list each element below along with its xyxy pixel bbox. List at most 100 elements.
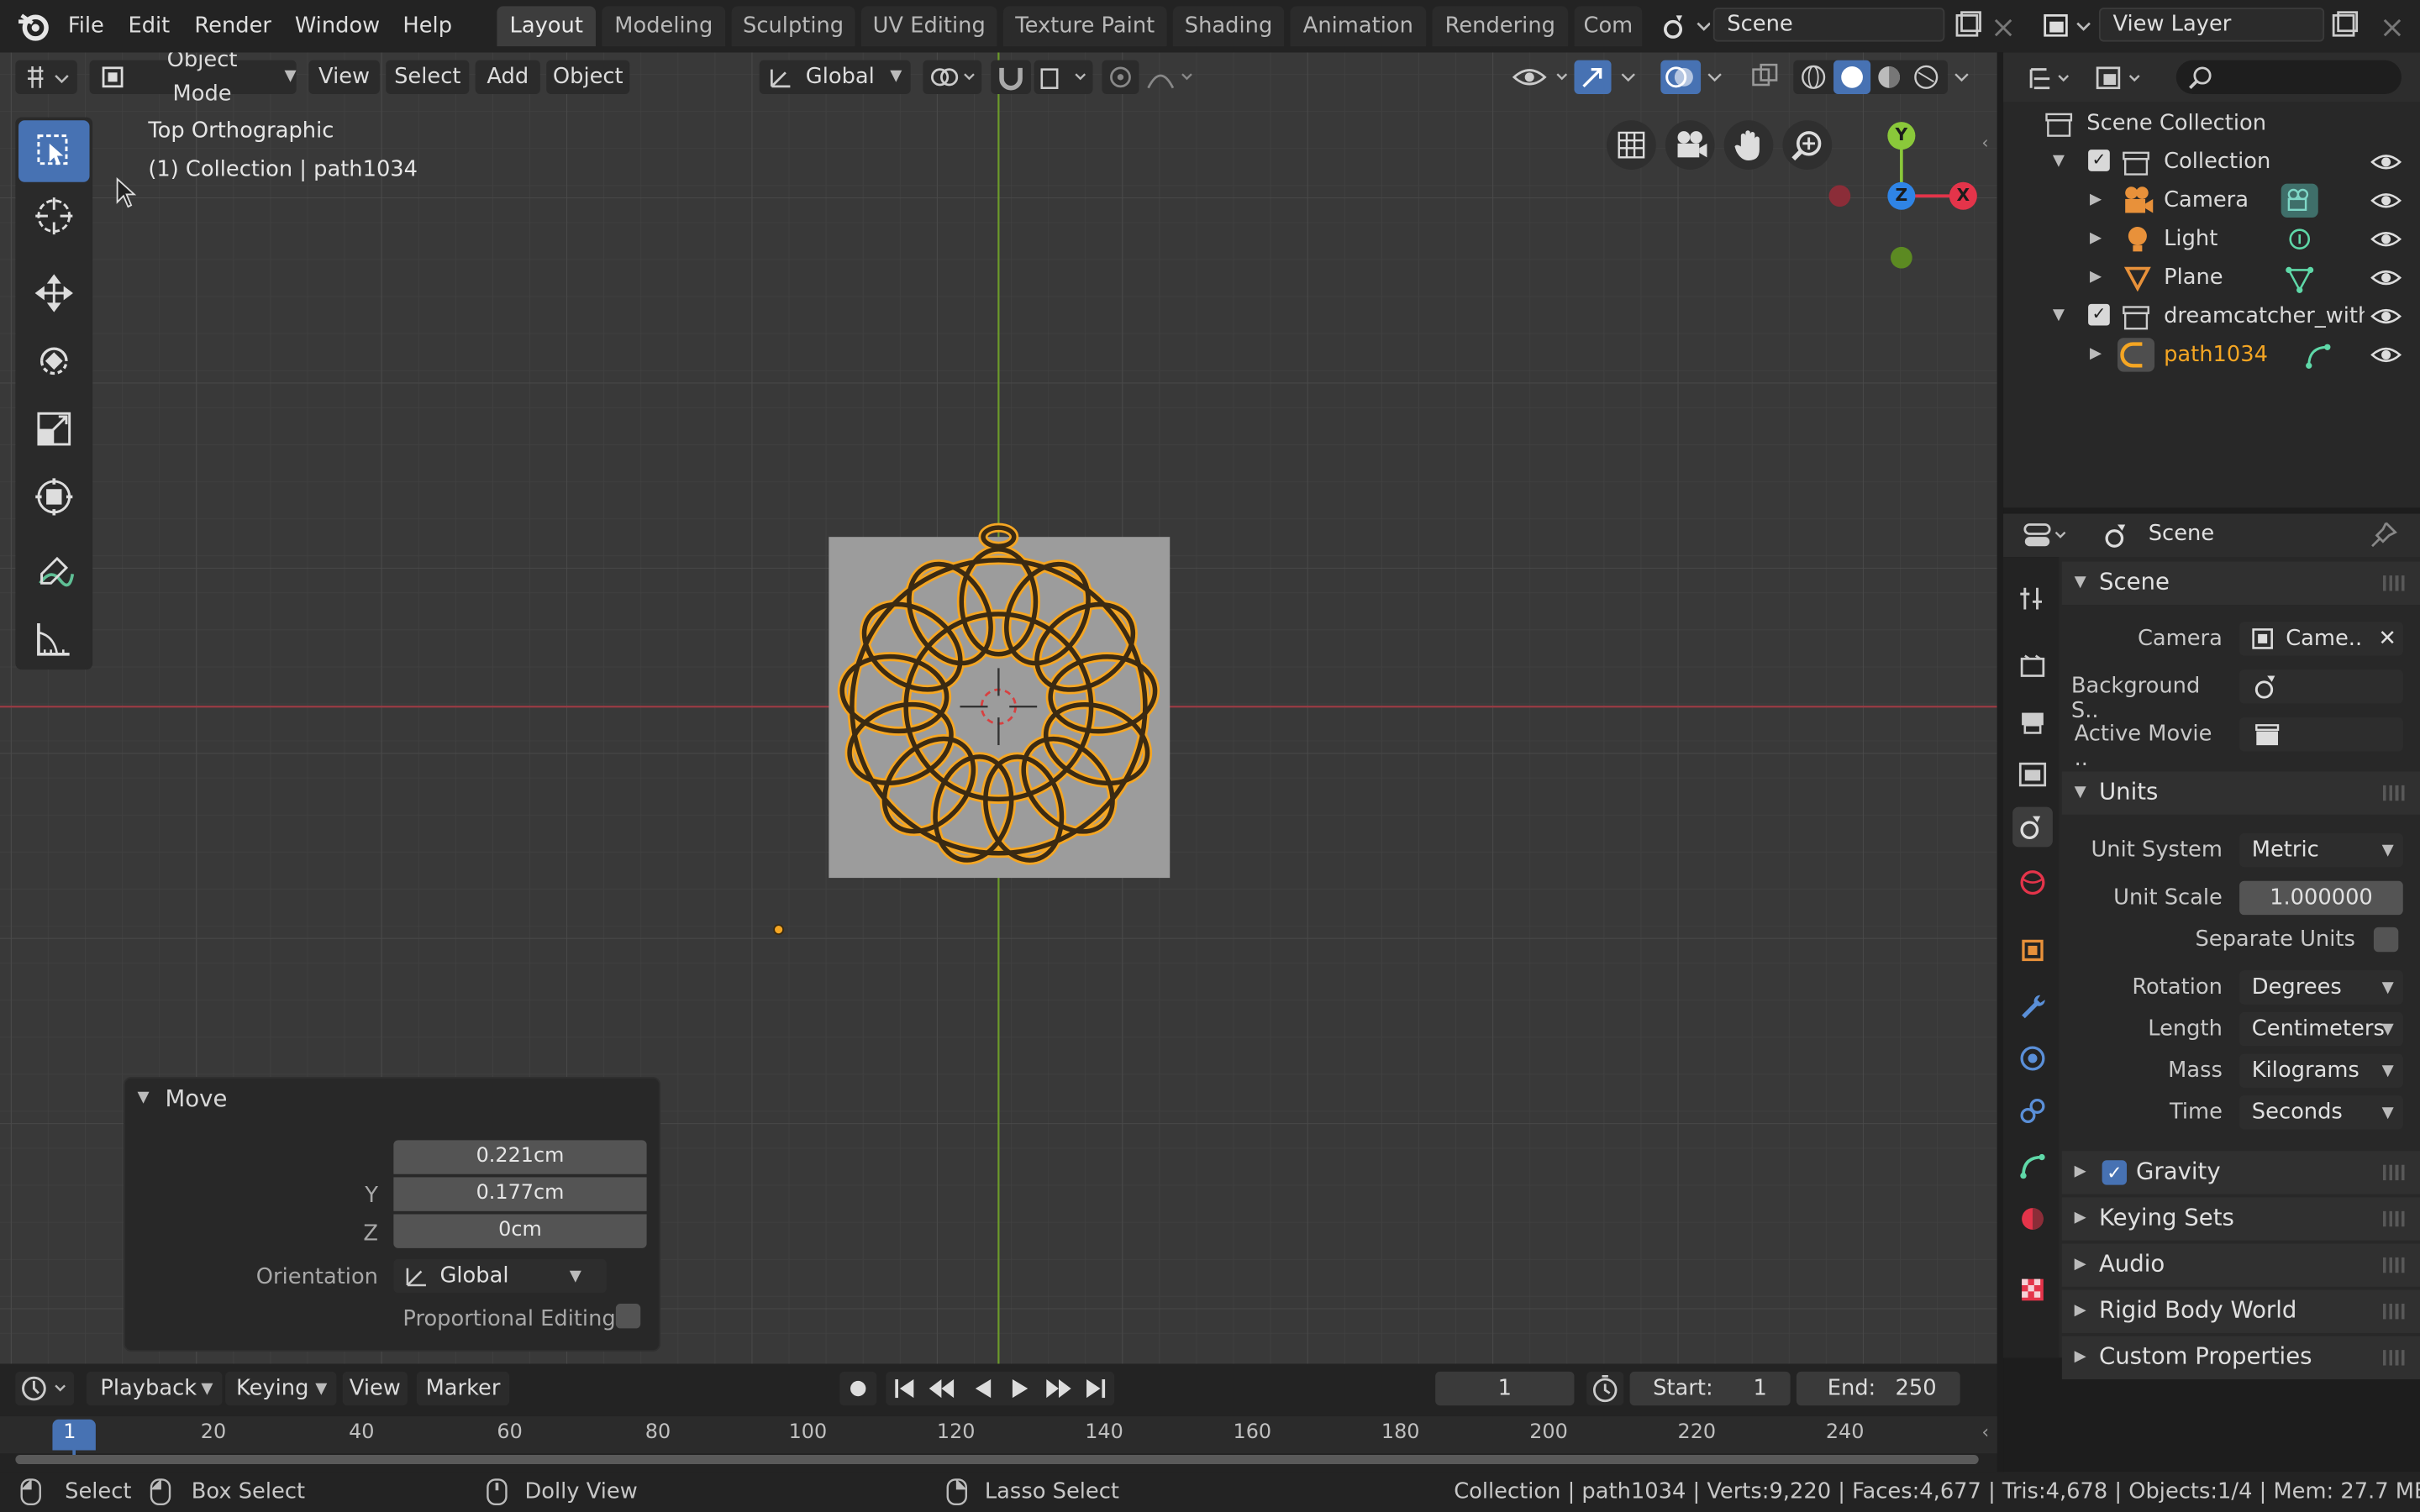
render-props-tab-icon[interactable] xyxy=(2012,647,2053,687)
length-units-dropdown[interactable]: Centimeters ▼ xyxy=(2239,1011,2403,1047)
move-y-field[interactable]: 0.177cm xyxy=(393,1177,647,1211)
select-menu[interactable]: Select xyxy=(386,60,470,95)
playback-menu[interactable]: Playback ▼ xyxy=(86,1371,223,1406)
gizmo-dropdown[interactable] xyxy=(1614,60,1645,94)
output-props-tab-icon[interactable] xyxy=(2012,702,2053,743)
menu-window[interactable]: Window xyxy=(295,9,380,43)
visibility-eye-icon[interactable] xyxy=(2370,267,2402,289)
tab-texture-paint[interactable]: Texture Paint xyxy=(1002,6,1167,47)
area-splitter[interactable] xyxy=(1996,52,2004,1473)
view-layer-field[interactable]: View Layer xyxy=(2098,8,2325,42)
object-visibility-icon[interactable] xyxy=(1507,60,1577,94)
outliner-row-collection[interactable]: ▼ ✓ Collection xyxy=(2003,144,2420,182)
move-z-field[interactable]: 0cm xyxy=(393,1214,647,1248)
sidebar-toggle-arrow-icon[interactable]: ‹ xyxy=(1981,133,1988,153)
expand-arrow-icon[interactable]: ▶ xyxy=(2090,269,2102,286)
curve-data-props-tab-icon[interactable] xyxy=(2012,1147,2053,1187)
modifier-props-tab-icon[interactable] xyxy=(2012,986,2053,1026)
visibility-eye-icon[interactable] xyxy=(2370,190,2402,212)
view-layer-props-tab-icon[interactable] xyxy=(2012,754,2053,795)
shading-dropdown[interactable] xyxy=(1948,60,1979,94)
mesh-data-icon[interactable] xyxy=(2284,264,2315,295)
units-section-header[interactable]: ▼ Units xyxy=(2061,771,2420,815)
curve-data-icon[interactable] xyxy=(2302,341,2333,372)
record-keyframe-icon[interactable] xyxy=(839,1371,877,1406)
blender-logo-icon[interactable] xyxy=(15,9,52,50)
pan-view-hand-icon[interactable] xyxy=(1723,120,1774,171)
gizmo-toggle-icon[interactable] xyxy=(1574,60,1612,95)
menu-edit[interactable]: Edit xyxy=(128,9,170,43)
collection-checkbox[interactable]: ✓ xyxy=(2088,150,2110,171)
tab-sculpting[interactable]: Sculpting xyxy=(731,6,855,47)
toggle-camera-grid-icon[interactable] xyxy=(1607,120,1656,171)
tab-modeling[interactable]: Modeling xyxy=(602,6,726,47)
tab-animation[interactable]: Animation xyxy=(1290,6,1427,47)
outliner-row-light[interactable]: ▶ Light xyxy=(2003,221,2420,260)
new-scene-icon[interactable] xyxy=(1951,9,1985,50)
gravity-checkbox[interactable]: ✓ xyxy=(2102,1160,2128,1185)
tab-uv-editing[interactable]: UV Editing xyxy=(860,6,997,47)
delete-scene-icon[interactable] xyxy=(1988,9,2019,50)
outliner-row-path1034[interactable]: ▶ path1034 xyxy=(2003,336,2420,375)
new-view-layer-icon[interactable] xyxy=(2328,9,2361,50)
timeline-sidebar-arrow-icon[interactable]: ‹ xyxy=(1981,1421,1989,1443)
measure-tool-icon[interactable] xyxy=(18,608,89,669)
rigid-body-world-section-header[interactable]: ▶ Rigid Body World xyxy=(2061,1289,2420,1333)
display-mode-icon[interactable] xyxy=(2093,61,2149,102)
visibility-eye-icon[interactable] xyxy=(2370,306,2402,328)
tab-compositing[interactable]: Com xyxy=(1574,6,1643,47)
background-scene-field[interactable] xyxy=(2239,669,2403,704)
timeline-editor-type-icon[interactable] xyxy=(15,1371,75,1406)
tab-layout[interactable]: Layout xyxy=(497,6,596,47)
physics-props-tab-icon[interactable] xyxy=(2012,1038,2053,1079)
outliner-search-input[interactable] xyxy=(2175,60,2402,95)
rotation-units-dropdown[interactable]: Degrees ▼ xyxy=(2239,970,2403,1005)
use-preview-range-icon[interactable] xyxy=(1586,1371,1624,1406)
view-menu[interactable]: View xyxy=(308,60,380,95)
end-frame-field[interactable]: End: 250 xyxy=(1796,1371,1960,1406)
scene-selector-icon[interactable] xyxy=(1660,9,1712,50)
outliner-scene-collection[interactable]: Scene Collection xyxy=(2003,105,2420,144)
falloff-icon[interactable] xyxy=(1142,60,1197,94)
move-x-field[interactable]: 0.221cm xyxy=(393,1140,647,1174)
menu-help[interactable]: Help xyxy=(402,9,452,43)
add-menu[interactable]: Add xyxy=(475,60,540,95)
outliner-row-plane[interactable]: ▶ Plane xyxy=(2003,260,2420,298)
tool-props-tab-icon[interactable] xyxy=(2012,579,2053,619)
transform-orientation-dropdown[interactable]: Global ▼ xyxy=(759,60,911,95)
audio-section-header[interactable]: ▶ Audio xyxy=(2061,1243,2420,1287)
current-frame-field[interactable]: 1 xyxy=(1435,1371,1575,1406)
timeline-view-menu[interactable]: View xyxy=(342,1371,408,1406)
overlays-dropdown[interactable] xyxy=(1701,60,1732,94)
gravity-section-header[interactable]: ▶ ✓ Gravity xyxy=(2061,1151,2420,1194)
world-props-tab-icon[interactable] xyxy=(2012,863,2053,903)
scene-section-header[interactable]: ▼ Scene xyxy=(2061,561,2420,605)
delete-view-layer-icon[interactable] xyxy=(2377,9,2408,50)
time-units-dropdown[interactable]: Seconds ▼ xyxy=(2239,1095,2403,1130)
view-layer-icon[interactable] xyxy=(2040,9,2092,50)
pin-icon[interactable] xyxy=(2368,520,2399,551)
outliner-row-dreamcatcher[interactable]: ▼ ✓ dreamcatcher_with_ xyxy=(2003,297,2420,336)
keying-sets-section-header[interactable]: ▶ Keying Sets xyxy=(2061,1197,2420,1241)
visibility-eye-icon[interactable] xyxy=(2370,344,2402,366)
constraint-props-tab-icon[interactable] xyxy=(2012,1091,2053,1131)
texture-props-tab-icon[interactable] xyxy=(2012,1270,2053,1310)
3d-viewport[interactable]: Object Mode ▼ View Select Add Object Glo… xyxy=(0,52,1997,1364)
object-menu[interactable]: Object xyxy=(546,60,630,95)
proportional-editing-checkbox[interactable] xyxy=(615,1304,641,1329)
active-movie-clip-field[interactable] xyxy=(2239,717,2403,752)
object-props-tab-icon[interactable] xyxy=(2012,931,2053,971)
material-props-tab-icon[interactable] xyxy=(2012,1199,2053,1239)
object-mode-dropdown[interactable]: Object Mode ▼ xyxy=(89,52,297,107)
clear-camera-icon[interactable]: ✕ xyxy=(2378,622,2396,655)
camera-field[interactable]: Came.. ✕ xyxy=(2239,622,2403,656)
move-tool-icon[interactable] xyxy=(18,262,89,323)
expand-arrow-icon[interactable]: ▶ xyxy=(2090,345,2102,362)
light-origin-dot[interactable] xyxy=(773,924,785,936)
visibility-eye-icon[interactable] xyxy=(2370,151,2402,173)
light-data-icon[interactable] xyxy=(2284,225,2315,256)
tab-rendering[interactable]: Rendering xyxy=(1432,6,1569,47)
expand-arrow-icon[interactable]: ▶ xyxy=(2090,192,2102,208)
orientation-dropdown[interactable]: Global ▼ xyxy=(393,1258,607,1294)
keying-menu[interactable]: Keying ▼ xyxy=(225,1371,337,1406)
